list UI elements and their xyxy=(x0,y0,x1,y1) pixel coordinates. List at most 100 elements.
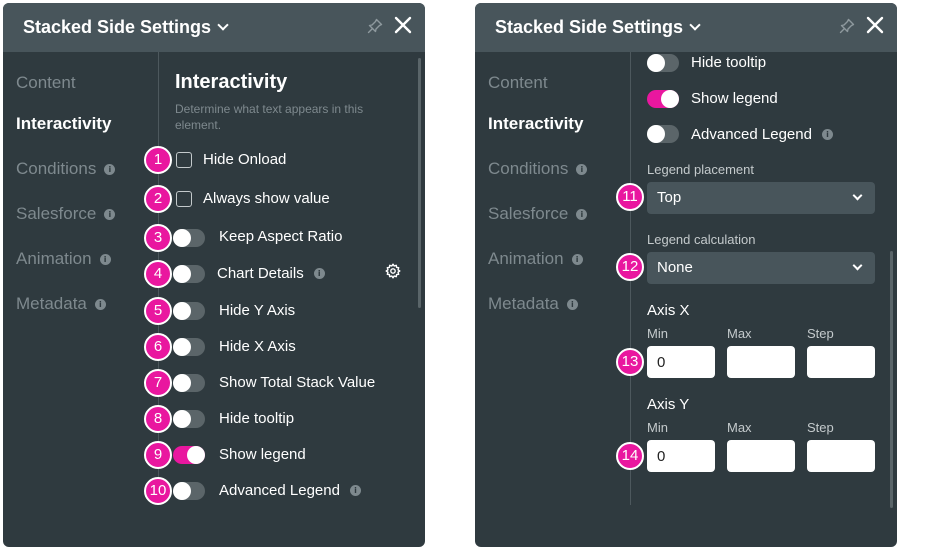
callout-badge: 9 xyxy=(144,441,172,469)
nav-item-salesforce[interactable]: Salesforce i xyxy=(488,204,588,224)
panel-title: Stacked Side Settings xyxy=(495,17,684,37)
hide-tooltip-toggle[interactable] xyxy=(173,410,205,428)
callout-badge: 7 xyxy=(144,369,172,397)
toggle-knob xyxy=(173,374,191,392)
show-legend-toggle[interactable] xyxy=(647,90,679,108)
axis-x-step-input[interactable] xyxy=(807,346,875,378)
show-legend-toggle[interactable] xyxy=(173,446,205,464)
nav-item-interactivity[interactable]: Interactivity xyxy=(488,114,583,134)
nav-item-animation[interactable]: Animation i xyxy=(488,249,583,269)
info-icon: i xyxy=(349,485,361,496)
axis-y-max-input[interactable] xyxy=(727,440,795,472)
pin-icon[interactable] xyxy=(839,18,855,34)
panel-title-dropdown[interactable]: Stacked Side Settings xyxy=(495,17,701,38)
toggle-knob xyxy=(173,265,191,283)
callout-badge: 12 xyxy=(616,253,644,281)
close-icon[interactable] xyxy=(393,15,413,35)
callout-badge: 2 xyxy=(144,185,172,213)
close-icon[interactable] xyxy=(865,15,885,35)
axis-x-step-label: Step xyxy=(807,326,834,341)
axis-y-title: Axis Y xyxy=(647,396,690,413)
nav-item-conditions[interactable]: Conditions i xyxy=(16,159,116,179)
toggle-knob xyxy=(173,338,191,356)
info-icon: i xyxy=(99,254,111,265)
hide-tooltip-label: Hide tooltip xyxy=(219,410,295,427)
callout-badge: 13 xyxy=(616,348,644,376)
hide-tooltip-toggle[interactable] xyxy=(647,54,679,72)
scrollbar[interactable] xyxy=(418,58,421,308)
toggle-knob xyxy=(173,302,191,320)
nav-item-metadata[interactable]: Metadata i xyxy=(488,294,578,314)
info-icon: i xyxy=(313,268,325,279)
hide-x-axis-toggle[interactable] xyxy=(173,338,205,356)
keep-aspect-ratio-toggle[interactable] xyxy=(173,229,205,247)
toggle-knob xyxy=(661,90,679,108)
callout-badge: 11 xyxy=(616,183,644,211)
hide-tooltip-label: Hide tooltip xyxy=(691,54,767,71)
show-total-stack-value-toggle[interactable] xyxy=(173,374,205,392)
legend-placement-label: Legend placement xyxy=(647,162,754,177)
axis-x-min-input[interactable] xyxy=(647,346,715,378)
chevron-down-icon xyxy=(852,190,863,201)
panel-title-dropdown[interactable]: Stacked Side Settings xyxy=(23,17,229,38)
legend-placement-select[interactable]: Top xyxy=(647,182,875,214)
hide-onload-checkbox[interactable] xyxy=(176,152,192,168)
axis-x-max-input[interactable] xyxy=(727,346,795,378)
show-total-stack-value-label: Show Total Stack Value xyxy=(219,374,376,391)
advanced-legend-toggle[interactable] xyxy=(647,125,679,143)
nav-item-animation[interactable]: Animation i xyxy=(16,249,111,269)
chevron-down-icon xyxy=(689,19,701,31)
info-icon: i xyxy=(104,164,116,175)
settings-panel-right: Stacked Side Settings Content Interactiv… xyxy=(475,3,897,547)
chart-details-toggle[interactable] xyxy=(173,265,205,283)
info-icon: i xyxy=(576,164,588,175)
show-legend-label: Show legend xyxy=(219,446,306,463)
nav-item-salesforce[interactable]: Salesforce i xyxy=(16,204,116,224)
advanced-legend-label: Advanced Legend i xyxy=(219,482,361,499)
info-icon: i xyxy=(576,209,588,220)
info-icon: i xyxy=(94,299,106,310)
panel-header: Stacked Side Settings xyxy=(3,3,425,52)
chevron-down-icon xyxy=(217,19,229,31)
gear-icon[interactable] xyxy=(385,263,401,279)
axis-y-min-input[interactable] xyxy=(647,440,715,472)
chevron-down-icon xyxy=(852,260,863,271)
nav-item-content[interactable]: Content xyxy=(16,73,76,93)
legend-calculation-select[interactable]: None xyxy=(647,252,875,284)
axis-y-step-label: Step xyxy=(807,420,834,435)
toggle-knob xyxy=(187,446,205,464)
nav-item-content[interactable]: Content xyxy=(488,73,548,93)
info-icon: i xyxy=(821,129,833,140)
always-show-value-label: Always show value xyxy=(203,190,330,207)
nav-item-conditions[interactable]: Conditions i xyxy=(488,159,588,179)
callout-badge: 8 xyxy=(144,405,172,433)
hide-y-axis-toggle[interactable] xyxy=(173,302,205,320)
callout-badge: 10 xyxy=(144,477,172,505)
chart-details-label: Chart Details i xyxy=(217,265,325,282)
legend-placement-value: Top xyxy=(657,189,682,206)
axis-x-min-label: Min xyxy=(647,326,668,341)
callout-badge: 4 xyxy=(144,260,172,288)
toggle-knob xyxy=(173,482,191,500)
callout-badge: 6 xyxy=(144,333,172,361)
pin-icon[interactable] xyxy=(367,18,383,34)
axis-y-step-input[interactable] xyxy=(807,440,875,472)
hide-onload-label: Hide Onload xyxy=(203,151,287,168)
callout-badge: 1 xyxy=(144,146,172,174)
axis-y-max-label: Max xyxy=(727,420,752,435)
settings-panel-left: Stacked Side Settings Content Interactiv… xyxy=(3,3,425,547)
callout-badge: 14 xyxy=(616,442,644,470)
advanced-legend-toggle[interactable] xyxy=(173,482,205,500)
axis-x-title: Axis X xyxy=(647,302,690,319)
scrollbar[interactable] xyxy=(890,251,893,508)
always-show-value-checkbox[interactable] xyxy=(176,191,192,207)
legend-calculation-label: Legend calculation xyxy=(647,232,756,247)
nav-item-metadata[interactable]: Metadata i xyxy=(16,294,106,314)
hide-x-axis-label: Hide X Axis xyxy=(219,338,296,355)
info-icon: i xyxy=(104,209,116,220)
axis-x-max-label: Max xyxy=(727,326,752,341)
callout-badge: 3 xyxy=(144,224,172,252)
nav-item-interactivity[interactable]: Interactivity xyxy=(16,114,111,134)
hide-y-axis-label: Hide Y Axis xyxy=(219,302,296,319)
toggle-knob xyxy=(173,410,191,428)
